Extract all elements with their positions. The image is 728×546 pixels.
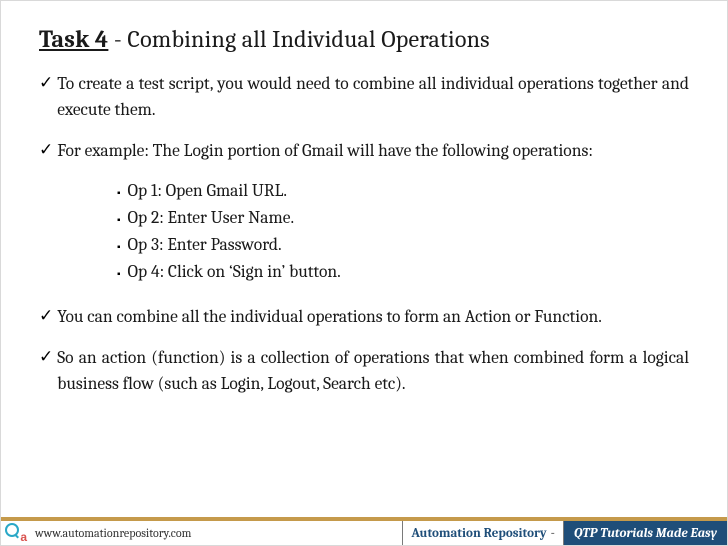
op-4-text: Op 4: Click on ‘Sign in’ button. xyxy=(128,259,341,286)
footer-right-label: QTP Tutorials Made Easy xyxy=(574,526,717,541)
paragraph-2-text: For example: The Login portion of Gmail … xyxy=(57,138,689,164)
op-3-text: Op 3: Enter Password. xyxy=(128,232,282,259)
checkmark-icon: ✓ xyxy=(39,71,53,124)
bullet-icon: ▪ xyxy=(117,213,121,232)
footer-url: www.automationrepository.com xyxy=(27,521,402,545)
slide-footer: a www.automationrepository.com Automatio… xyxy=(1,517,727,545)
paragraph-3: ✓ You can combine all the individual ope… xyxy=(39,304,689,330)
logo-a-letter: a xyxy=(20,530,27,544)
bullet-icon: ▪ xyxy=(117,267,121,286)
slide-body: ✓ To create a test script, you would nee… xyxy=(39,71,689,397)
logo-q-icon xyxy=(5,523,19,537)
list-item: ▪ Op 3: Enter Password. xyxy=(117,232,689,259)
paragraph-4: ✓ So an action (function) is a collectio… xyxy=(39,345,689,398)
slide-title: Task 4 - Combining all Individual Operat… xyxy=(39,25,689,53)
bullet-icon: ▪ xyxy=(117,240,121,259)
footer-mid-label: Automation Repository xyxy=(411,526,546,541)
checkmark-icon: ✓ xyxy=(39,304,53,330)
list-item: ▪ Op 2: Enter User Name. xyxy=(117,205,689,232)
paragraph-4-text: So an action (function) is a collection … xyxy=(57,345,689,398)
qa-logo-graphic: a xyxy=(5,523,27,543)
footer-dash: - xyxy=(551,526,555,541)
qa-logo: a xyxy=(1,521,27,545)
list-item: ▪ Op 4: Click on ‘Sign in’ button. xyxy=(117,259,689,286)
checkmark-icon: ✓ xyxy=(39,138,53,164)
operations-list: ▪ Op 1: Open Gmail URL. ▪ Op 2: Enter Us… xyxy=(117,178,689,287)
bullet-icon: ▪ xyxy=(117,186,121,205)
footer-right-box: QTP Tutorials Made Easy xyxy=(564,521,727,545)
paragraph-3-text: You can combine all the individual opera… xyxy=(57,304,689,330)
checkmark-icon: ✓ xyxy=(39,345,53,398)
slide-content: Task 4 - Combining all Individual Operat… xyxy=(1,1,727,397)
title-lead: Task 4 xyxy=(39,25,108,53)
title-rest: - Combining all Individual Operations xyxy=(108,25,489,53)
op-2-text: Op 2: Enter User Name. xyxy=(128,205,295,232)
footer-mid-box: Automation Repository - xyxy=(402,521,564,545)
paragraph-2: ✓ For example: The Login portion of Gmai… xyxy=(39,138,689,164)
paragraph-1-text: To create a test script, you would need … xyxy=(57,71,689,124)
paragraph-1: ✓ To create a test script, you would nee… xyxy=(39,71,689,124)
list-item: ▪ Op 1: Open Gmail URL. xyxy=(117,178,689,205)
op-1-text: Op 1: Open Gmail URL. xyxy=(128,178,287,205)
